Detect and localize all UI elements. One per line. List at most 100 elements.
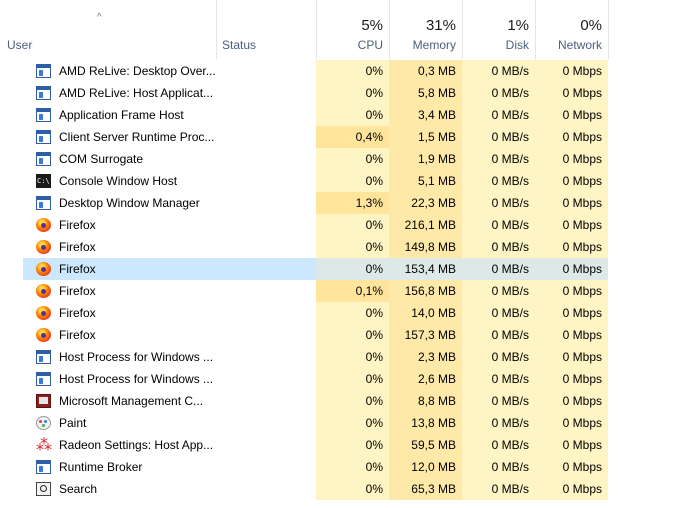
network-value: 0 Mbps [535,302,608,324]
process-row[interactable]: Application Frame Host 0% 3,4 MB 0 MB/s 0 Mb… [0,104,679,126]
memory-value: 59,5 MB [389,434,462,456]
firefox-icon [36,262,51,276]
disk-value: 0 MB/s [462,214,535,236]
process-row[interactable]: Firefox 0,1% 156,8 MB 0 MB/s 0 Mbps [0,280,679,302]
cpu-value: 0% [316,324,389,346]
process-name: Host Process for Windows ... [59,372,214,386]
memory-value: 22,3 MB [389,192,462,214]
column-label-user: User [7,38,33,52]
disk-value: 0 MB/s [462,324,535,346]
column-header-network[interactable]: 0% Network [535,0,609,59]
process-name: Desktop Window Manager [59,196,200,210]
network-value: 0 Mbps [535,192,608,214]
process-name: Firefox [59,262,96,276]
process-row[interactable]: Firefox 0% 157,3 MB 0 MB/s 0 Mbps [0,324,679,346]
sort-ascending-icon: ^ [97,12,102,23]
cpu-value: 0% [316,236,389,258]
memory-value: 216,1 MB [389,214,462,236]
window-icon [36,196,51,210]
column-label-disk: Disk [505,38,529,52]
process-row[interactable]: Firefox 0% 149,8 MB 0 MB/s 0 Mbps [0,236,679,258]
process-row[interactable]: Host Process for Windows ... 0% 2,6 MB 0 MB… [0,368,679,390]
process-name: AMD ReLive: Desktop Over... [59,64,215,78]
network-value: 0 Mbps [535,346,608,368]
cpu-value: 0,4% [316,126,389,148]
process-row[interactable]: COM Surrogate 0% 1,9 MB 0 MB/s 0 Mbps [0,148,679,170]
process-name: Firefox [59,284,96,298]
cpu-value: 0% [316,390,389,412]
network-value: 0 Mbps [535,412,608,434]
disk-value: 0 MB/s [462,478,535,500]
process-row[interactable]: Firefox 0% 216,1 MB 0 MB/s 0 Mbps [0,214,679,236]
process-name: Microsoft Management C... [59,394,204,408]
cpu-value: 0% [316,412,389,434]
network-value: 0 Mbps [535,104,608,126]
column-header-cpu[interactable]: 5% CPU [316,0,389,59]
firefox-icon [36,328,51,342]
memory-value: 1,9 MB [389,148,462,170]
cpu-value: 0,1% [316,280,389,302]
cpu-value: 0% [316,148,389,170]
disk-value: 0 MB/s [462,456,535,478]
column-header-disk[interactable]: 1% Disk [462,0,535,59]
process-row[interactable]: Radeon Settings: Host App...0%59,5 MB0 M… [0,434,679,456]
network-value: 0 Mbps [535,60,608,82]
column-header-status[interactable]: Status [216,0,316,59]
process-row[interactable]: Host Process for Windows ... 0% 2,3 MB 0 MB… [0,346,679,368]
window-icon [36,86,51,100]
process-row[interactable]: C:\ Console Window Host 0% 5,1 MB 0 MB/s 0 Mb… [0,170,679,192]
memory-value: 12,0 MB [389,456,462,478]
disk-value: 0 MB/s [462,434,535,456]
process-row[interactable]: Desktop Window Manager 1,3% 22,3 MB 0 MB/s 0… [0,192,679,214]
disk-value: 0 MB/s [462,368,535,390]
process-row[interactable]: Firefox 0% 153,4 MB 0 MB/s 0 Mbps [0,258,679,280]
network-value: 0 Mbps [535,390,608,412]
process-row[interactable]: Runtime Broker 0% 12,0 MB 0 MB/s 0 Mbps [0,456,679,478]
process-row[interactable]: Client Server Runtime Proc... 0,4% 1,5 MB 0… [0,126,679,148]
process-name: COM Surrogate [59,152,144,166]
process-row[interactable]: Search 0% 65,3 MB 0 MB/s 0 Mbps [0,478,679,500]
disk-value: 0 MB/s [462,104,535,126]
cpu-value: 0% [316,368,389,390]
memory-value: 149,8 MB [389,236,462,258]
process-row[interactable]: Paint 0% 13,8 MB 0 MB/s 0 Mbps [0,412,679,434]
memory-value: 157,3 MB [389,324,462,346]
disk-value: 0 MB/s [462,60,535,82]
memory-value: 2,6 MB [389,368,462,390]
memory-value: 5,1 MB [389,170,462,192]
network-total-percent: 0% [580,17,602,34]
memory-total-percent: 31% [425,17,456,34]
cpu-value: 0% [316,302,389,324]
memory-value: 0,3 MB [389,60,462,82]
disk-value: 0 MB/s [462,82,535,104]
process-name: Firefox [59,240,96,254]
window-icon [36,64,51,78]
column-header-memory[interactable]: 31% Memory [389,0,462,59]
disk-value: 0 MB/s [462,148,535,170]
column-label-status: Status [222,38,257,52]
column-header-user[interactable]: ^ User [0,0,216,59]
process-row[interactable]: AMD ReLive: Host Applicat... 0% 5,8 MB 0 MB… [0,82,679,104]
window-icon [36,108,51,122]
process-row[interactable]: Firefox 0% 14,0 MB 0 MB/s 0 Mbps [0,302,679,324]
console-icon: C:\ [36,174,51,188]
disk-value: 0 MB/s [462,302,535,324]
disk-value: 0 MB/s [462,170,535,192]
network-value: 0 Mbps [535,170,608,192]
firefox-icon [36,218,51,232]
search-icon [36,482,51,496]
process-name: Paint [59,416,87,430]
firefox-icon [36,240,51,254]
network-value: 0 Mbps [535,214,608,236]
process-name: Firefox [59,218,96,232]
disk-total-percent: 1% [507,17,529,34]
process-row[interactable]: Microsoft Management C... 0% 8,8 MB 0 MB/s 0… [0,390,679,412]
network-value: 0 Mbps [535,126,608,148]
process-row[interactable]: AMD ReLive: Desktop Over... 0% 0,3 MB 0 MB/… [0,60,679,82]
column-header-bar: ^ User Status 5% CPU 31% Memory 1% Disk … [0,0,679,60]
disk-value: 0 MB/s [462,126,535,148]
disk-value: 0 MB/s [462,280,535,302]
cpu-value: 1,3% [316,192,389,214]
process-name: Client Server Runtime Proc... [59,130,215,144]
memory-value: 8,8 MB [389,390,462,412]
